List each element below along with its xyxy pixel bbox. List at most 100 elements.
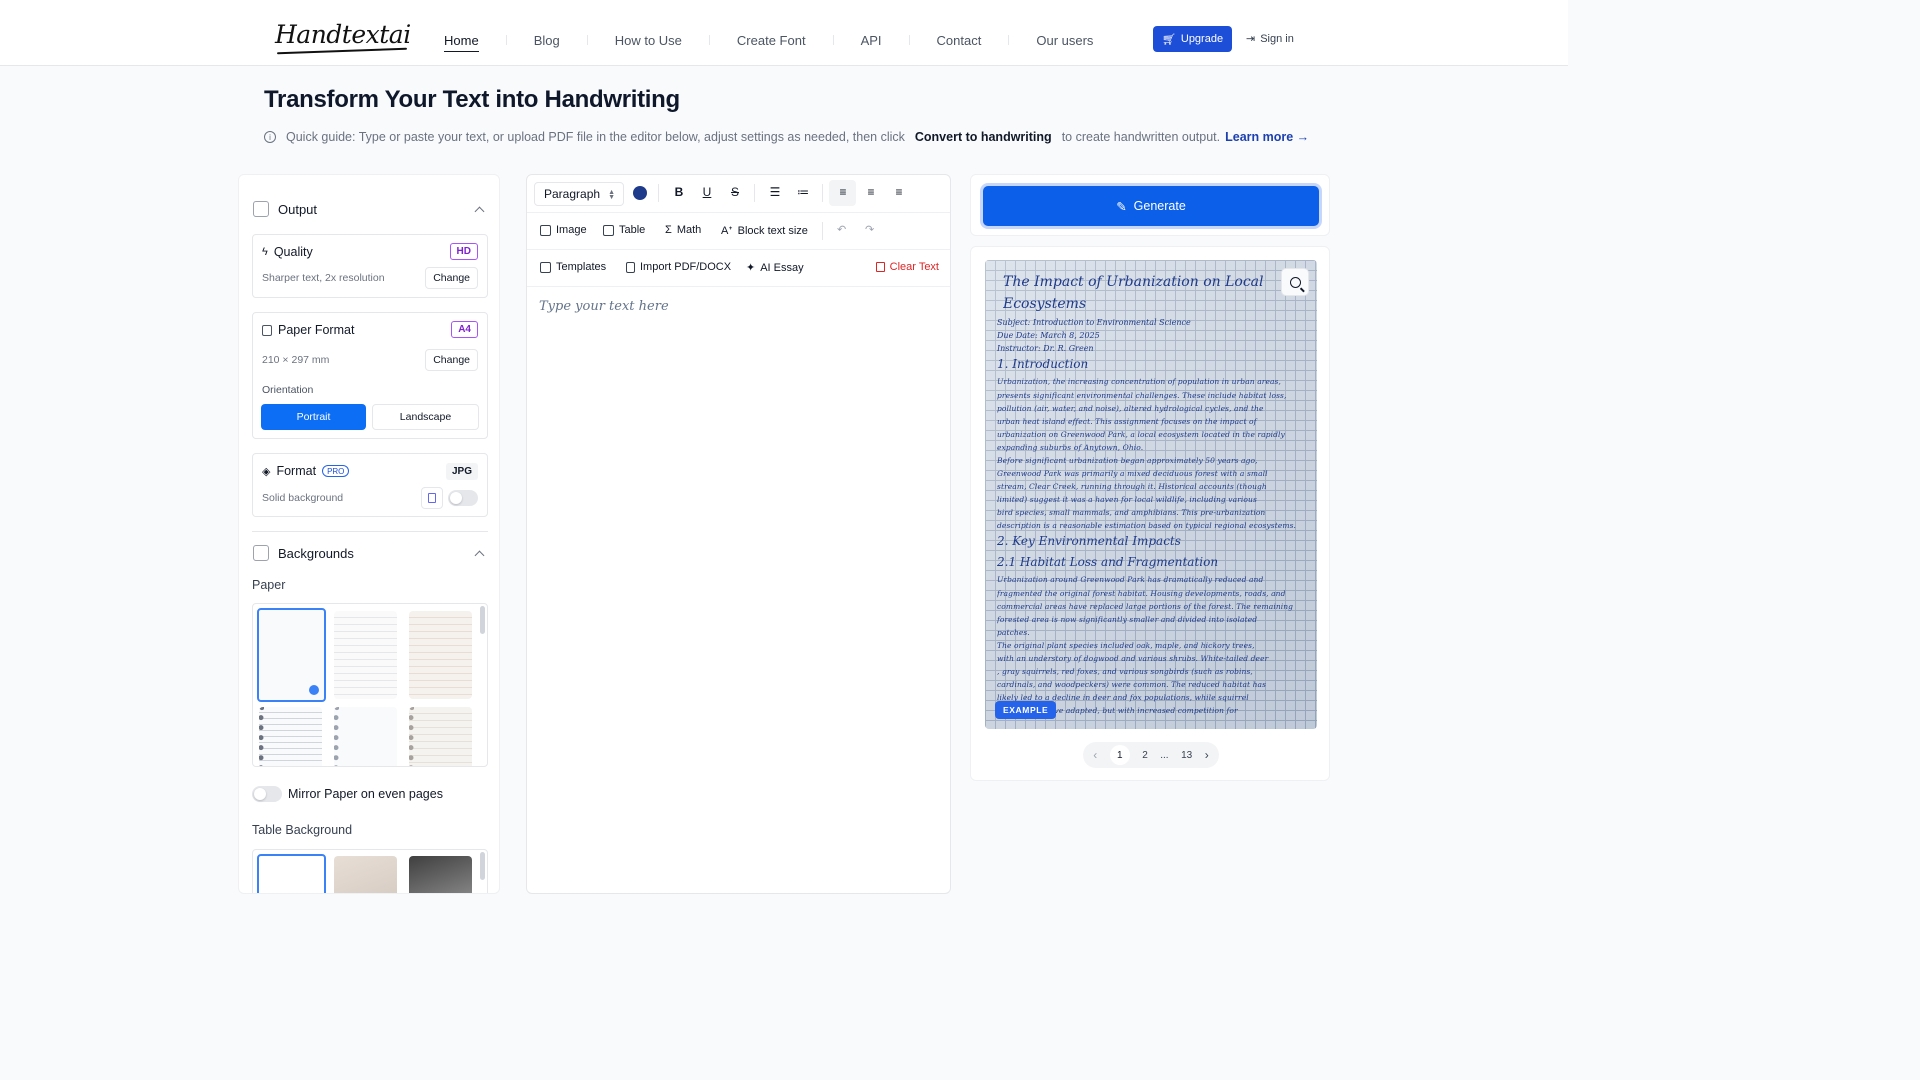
sign-in-link[interactable]: ⇥ Sign in (1246, 32, 1294, 46)
landscape-button[interactable]: Landscape (372, 404, 479, 430)
format-title: ◈ Format PRO (262, 464, 350, 478)
insert-math-label: Math (676, 224, 702, 236)
nav-divider (505, 35, 507, 45)
paper-scrollbar[interactable] (480, 606, 485, 634)
sign-in-icon: ⇥ (1246, 33, 1256, 45)
generate-button[interactable]: ✎ Generate (983, 186, 1319, 226)
insert-math-button[interactable]: Σ Math (665, 224, 701, 236)
quality-desc: Sharper text, 2x resolution (262, 272, 385, 284)
site-logo[interactable]: Handtextai (275, 20, 411, 49)
chevron-up-icon[interactable] (474, 550, 485, 561)
toolbar-row-format: Paragraph ▲ ▼ B U S ☰ ≔ ≡ ≡ ≡ (527, 175, 950, 213)
paper-format-change-button[interactable]: Change (425, 349, 478, 371)
paper-option-lined[interactable] (334, 611, 397, 699)
handwritten-line: Greenwood Park was primarily a mixed dec… (997, 469, 1268, 478)
file-type-button[interactable] (421, 487, 443, 509)
nav-how-to-use[interactable]: How to Use (615, 33, 682, 48)
table-bg-scrollbar[interactable] (480, 852, 485, 880)
pagination: ‹ 1 2 ... 13 › (1083, 742, 1219, 768)
nav-api[interactable]: API (861, 33, 882, 48)
guide-text: Quick guide: Type or paste your text, or… (286, 130, 905, 144)
paper-option-spiral-lined[interactable] (259, 707, 322, 766)
output-section-header[interactable]: Output (253, 201, 317, 217)
paper-format-title: Paper Format (262, 323, 354, 337)
block-text-size-button[interactable]: Aᐩ Block text size (721, 224, 808, 238)
learn-more-link[interactable]: Learn more → (1225, 130, 1309, 144)
settings-panel: Output ϟ Quality HD Sharper text, 2x res… (238, 174, 500, 894)
quality-badge: HD (449, 243, 478, 260)
handwritten-line: Due Date: March 8, 2025 (997, 331, 1100, 340)
handwritten-line: 2.1 Habitat Loss and Fragmentation (997, 555, 1219, 569)
bullet-list-icon[interactable]: ☰ (767, 185, 783, 199)
table-bg-option-beige[interactable] (334, 856, 397, 893)
document-icon (262, 324, 272, 336)
backgrounds-section-header[interactable]: Backgrounds (253, 545, 354, 561)
image-icon (540, 224, 551, 236)
table-background-picker (252, 849, 488, 893)
editor-placeholder[interactable]: Type your text here (539, 299, 669, 314)
upgrade-button[interactable]: 🛒︎ Upgrade (1153, 26, 1232, 52)
paper-option-spiral-plain[interactable] (334, 707, 397, 766)
page-13[interactable]: 13 (1181, 750, 1192, 761)
portrait-button[interactable]: Portrait (261, 404, 366, 430)
main-nav: Home Blog How to Use Create Font API Con… (444, 30, 1093, 52)
templates-button[interactable]: Templates (540, 261, 606, 273)
layers-icon: ◈ (262, 465, 271, 478)
redo-icon[interactable]: ↷ (865, 223, 874, 236)
nav-contact[interactable]: Contact (937, 33, 982, 48)
handwritten-line: Ecosystems (1003, 296, 1087, 312)
nav-home[interactable]: Home (444, 33, 479, 52)
chevron-up-icon[interactable] (474, 206, 485, 217)
quality-change-button[interactable]: Change (425, 267, 478, 289)
toolbar-divider (754, 184, 755, 202)
handwriting-preview-image[interactable]: The Impact of Urbanization on Local Ecosy… (985, 260, 1317, 729)
nav-blog[interactable]: Blog (534, 33, 560, 48)
text-color-picker[interactable] (633, 186, 647, 200)
text-size-icon: Aᐩ (721, 225, 733, 237)
table-icon (603, 224, 614, 236)
paragraph-select[interactable]: Paragraph ▲ ▼ (534, 182, 624, 206)
orientation-label: Orientation (262, 384, 314, 396)
paper-option-lined-cream[interactable] (409, 611, 472, 699)
format-label: Format (276, 464, 317, 478)
chevron-left-icon[interactable]: ‹ (1093, 748, 1097, 762)
nav-create-font[interactable]: Create Font (737, 33, 806, 48)
chevron-right-icon[interactable]: › (1205, 748, 1209, 762)
ai-essay-button[interactable]: ✦ AI Essay (746, 261, 804, 275)
page-2[interactable]: 2 (1142, 750, 1148, 761)
section-divider (252, 531, 488, 532)
underline-icon[interactable]: U (699, 185, 715, 199)
paragraph-select-value: Paragraph (544, 187, 601, 201)
handwritten-line: 1. Introduction (997, 357, 1089, 371)
page-1[interactable]: 1 (1109, 745, 1130, 765)
solid-background-toggle[interactable] (448, 490, 478, 506)
table-bg-option-dark-wood[interactable] (409, 856, 472, 893)
import-pdf-docx-button[interactable]: Import PDF/DOCX (626, 261, 731, 273)
import-label: Import PDF/DOCX (640, 261, 732, 273)
nav-our-users[interactable]: Our users (1036, 33, 1093, 48)
numbered-list-icon[interactable]: ≔ (795, 185, 811, 199)
info-icon: i (264, 131, 276, 143)
format-card: ◈ Format PRO JPG Solid background (252, 453, 488, 517)
undo-icon[interactable]: ↶ (837, 223, 846, 236)
cart-icon: 🛒︎ (1161, 33, 1176, 46)
mirror-paper-toggle[interactable] (252, 786, 282, 802)
backgrounds-title: Backgrounds (278, 545, 354, 561)
paper-option-spiral-cream[interactable] (409, 707, 472, 766)
clear-text-button[interactable]: Clear Text (875, 261, 939, 273)
insert-table-button[interactable]: Table (603, 224, 645, 236)
nav-divider (908, 35, 910, 45)
table-bg-option-white[interactable] (257, 854, 326, 893)
paper-option-blank[interactable] (257, 608, 326, 702)
pro-badge: PRO (322, 465, 350, 477)
bolt-icon: ϟ (262, 246, 268, 258)
align-center-icon[interactable]: ≡ (863, 185, 879, 199)
insert-image-button[interactable]: Image (540, 224, 587, 236)
handwritten-line: urban heat island effect. This assignmen… (997, 417, 1257, 426)
bold-icon[interactable]: B (671, 185, 687, 199)
strikethrough-icon[interactable]: S (727, 185, 743, 199)
align-left-icon[interactable]: ≡ (835, 185, 851, 199)
quick-guide: i Quick guide: Type or paste your text, … (264, 130, 1309, 144)
handwritten-line: Before significant urbanization began ap… (997, 456, 1258, 465)
align-right-icon[interactable]: ≡ (891, 185, 907, 199)
